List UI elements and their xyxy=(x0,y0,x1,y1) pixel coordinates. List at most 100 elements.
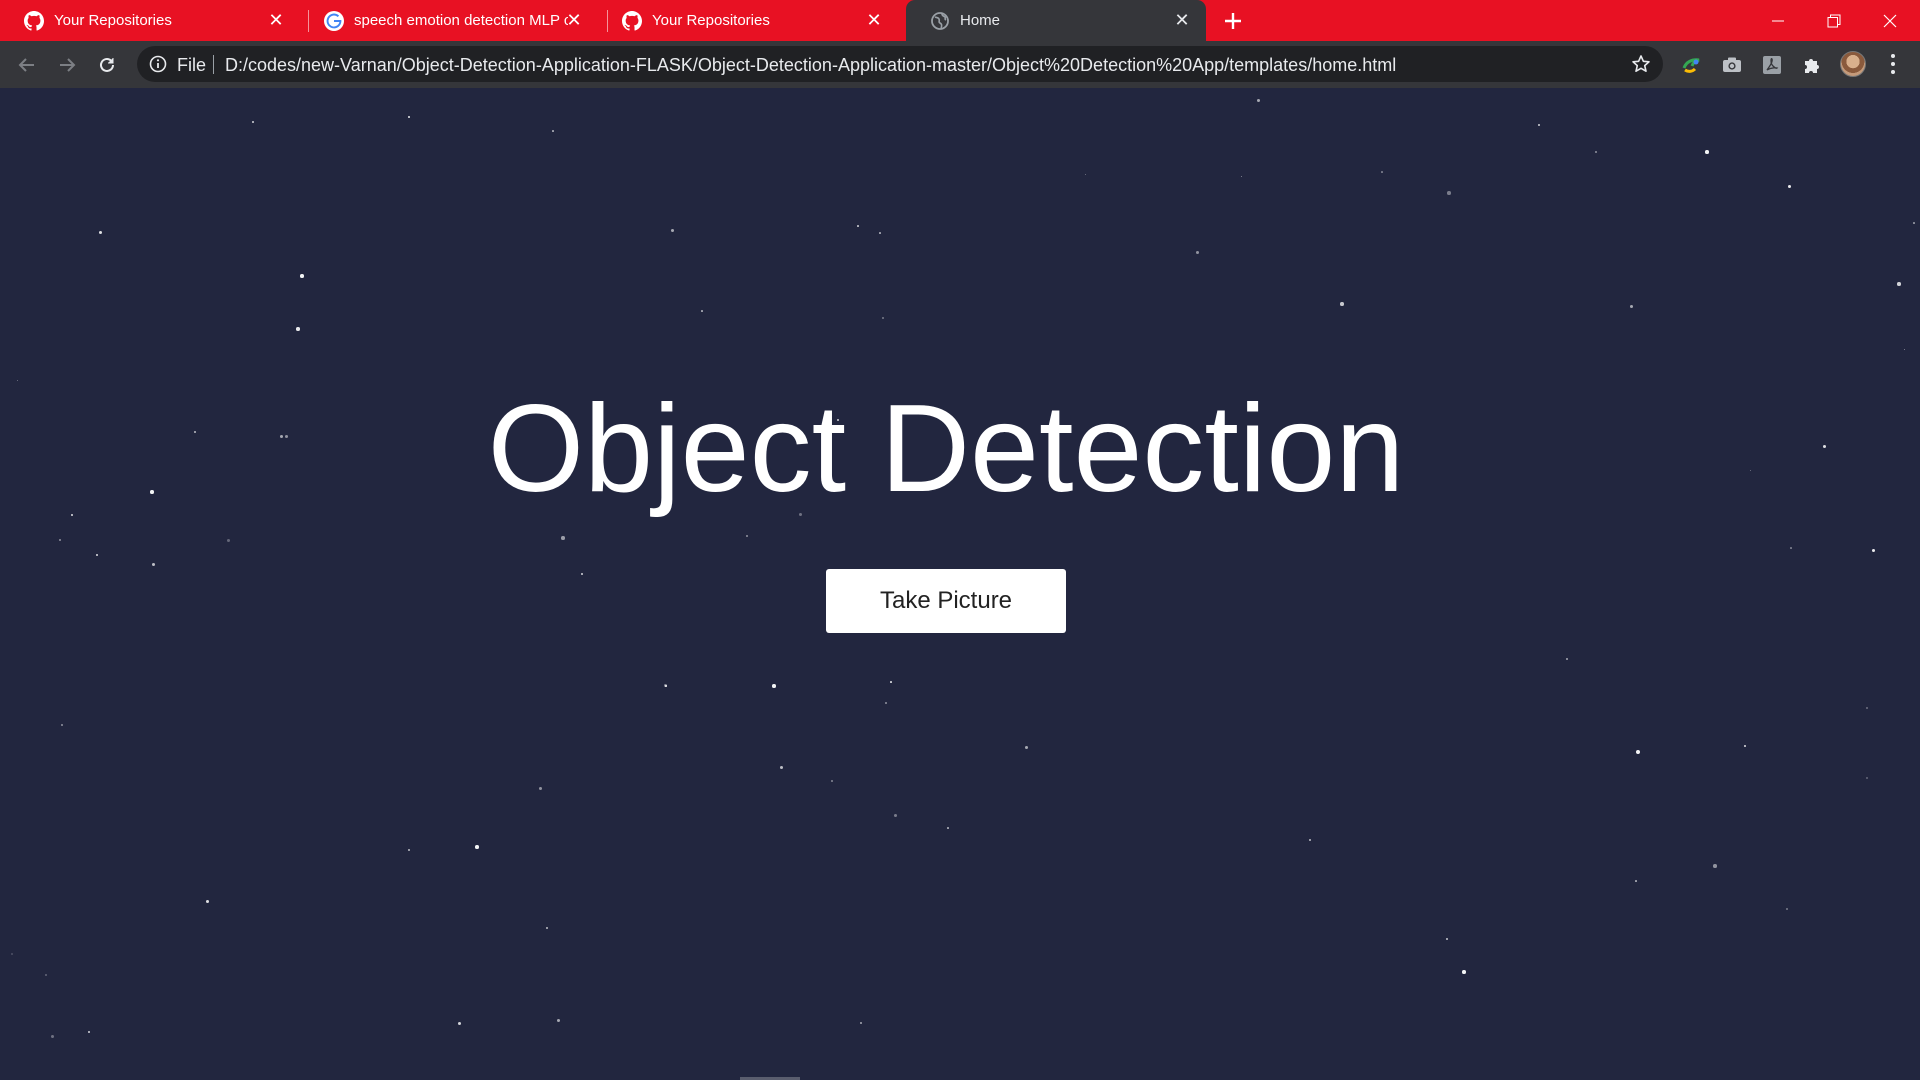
close-icon[interactable]: ✕ xyxy=(266,10,286,30)
star-dot xyxy=(1447,191,1451,195)
star-dot xyxy=(663,683,667,687)
tab-title: Home xyxy=(960,12,1001,29)
arrow-right-icon xyxy=(60,58,76,72)
star-dot xyxy=(1538,124,1540,126)
star-dot xyxy=(581,573,583,575)
star-dot xyxy=(1340,302,1344,306)
star-dot xyxy=(884,701,888,705)
star-dot xyxy=(88,1031,90,1033)
minimize-icon xyxy=(1772,20,1784,21)
close-icon xyxy=(1883,14,1897,27)
page-title: Object Detection xyxy=(487,380,1405,518)
star-dot xyxy=(1871,548,1875,552)
star-dot xyxy=(556,1018,560,1022)
star-dot xyxy=(890,681,892,683)
arrow-left-icon xyxy=(18,58,34,72)
star-dot xyxy=(746,535,748,537)
star-dot xyxy=(879,232,881,234)
tab-home[interactable]: Home ✕ xyxy=(906,0,1206,41)
star-dot xyxy=(1786,908,1788,910)
globe-icon xyxy=(930,11,950,31)
star-dot xyxy=(251,120,255,124)
new-tab-button[interactable] xyxy=(1220,8,1246,34)
tab-your-repositories-2[interactable]: Your Repositories ✕ xyxy=(598,0,898,41)
star-dot xyxy=(1743,744,1747,748)
tab-your-repositories-1[interactable]: Your Repositories ✕ xyxy=(0,0,300,41)
address-bar[interactable]: File D:/codes/new-Varnan/Object-Detectio… xyxy=(137,46,1663,82)
star-dot xyxy=(60,723,64,727)
star-dot xyxy=(538,786,542,790)
star-dot xyxy=(1240,175,1242,177)
tab-title: speech emotion detection MLP c xyxy=(354,12,568,29)
divider xyxy=(213,55,214,74)
star-dot xyxy=(98,230,102,234)
star-dot xyxy=(561,536,565,540)
restore-icon xyxy=(1827,14,1841,27)
take-picture-button[interactable]: Take Picture xyxy=(826,569,1066,633)
star-dot xyxy=(1084,173,1086,175)
star-dot xyxy=(1787,184,1791,188)
star-dot xyxy=(457,1021,461,1025)
star-dot xyxy=(1024,745,1028,749)
close-icon[interactable]: ✕ xyxy=(1172,10,1192,30)
extensions-puzzle-icon[interactable] xyxy=(1800,53,1824,77)
forward-button[interactable] xyxy=(52,50,82,80)
close-icon[interactable]: ✕ xyxy=(564,10,584,30)
star-dot xyxy=(882,317,884,319)
bookmark-star-icon[interactable] xyxy=(1631,54,1651,74)
minimize-button[interactable] xyxy=(1750,0,1806,41)
star-dot xyxy=(860,1022,862,1024)
star-dot xyxy=(1913,222,1915,224)
google-icon xyxy=(324,11,344,31)
star-dot xyxy=(1866,707,1868,709)
star-dot xyxy=(205,899,209,903)
star-dot xyxy=(50,1034,54,1038)
star-dot xyxy=(1309,839,1311,841)
star-dot xyxy=(1445,937,1449,941)
profile-avatar[interactable] xyxy=(1840,51,1866,77)
url-text[interactable]: D:/codes/new-Varnan/Object-Detection-App… xyxy=(225,55,1396,76)
restore-button[interactable] xyxy=(1806,0,1862,41)
github-icon xyxy=(622,11,642,31)
star-dot xyxy=(947,827,949,829)
tab-strip: Your Repositories ✕ speech emotion detec… xyxy=(0,0,1920,41)
star-dot xyxy=(546,927,548,929)
reload-icon xyxy=(100,57,114,72)
star-dot xyxy=(408,849,410,851)
star-dot xyxy=(151,562,155,566)
star-dot xyxy=(779,765,783,769)
star-dot xyxy=(893,813,897,817)
star-dot xyxy=(1462,970,1466,974)
star-dot xyxy=(226,538,230,542)
tab-speech-emotion[interactable]: speech emotion detection MLP c ✕ xyxy=(300,0,598,41)
pdf-extension-icon[interactable] xyxy=(1760,53,1784,77)
star-dot xyxy=(1635,880,1637,882)
scheme-label: File xyxy=(177,55,207,75)
tab-title: Your Repositories xyxy=(54,12,172,29)
star-dot xyxy=(1903,348,1905,350)
star-dot xyxy=(830,779,834,783)
star-dot xyxy=(552,130,554,132)
back-button[interactable] xyxy=(12,50,42,80)
star-dot xyxy=(1594,150,1598,154)
star-dot xyxy=(1705,150,1709,154)
menu-kebab-icon[interactable] xyxy=(1886,52,1900,76)
colorful-extension-icon[interactable] xyxy=(1680,53,1704,77)
info-icon[interactable] xyxy=(149,55,167,73)
browser-toolbar: File D:/codes/new-Varnan/Object-Detectio… xyxy=(0,41,1920,88)
star-dot xyxy=(296,327,300,331)
star-dot xyxy=(59,539,61,541)
star-dot xyxy=(1713,864,1717,868)
close-window-button[interactable] xyxy=(1862,0,1918,41)
plus-icon xyxy=(1225,13,1241,29)
page-content: Object Detection Take Picture xyxy=(0,88,1920,1080)
reload-button[interactable] xyxy=(92,50,122,80)
star-dot xyxy=(1897,282,1901,286)
star-dot xyxy=(772,684,776,688)
camera-icon[interactable] xyxy=(1720,53,1744,77)
star-dot xyxy=(407,115,411,119)
star-dot xyxy=(1195,250,1199,254)
star-dot xyxy=(1566,658,1568,660)
star-dot xyxy=(1629,304,1633,308)
close-icon[interactable]: ✕ xyxy=(864,10,884,30)
